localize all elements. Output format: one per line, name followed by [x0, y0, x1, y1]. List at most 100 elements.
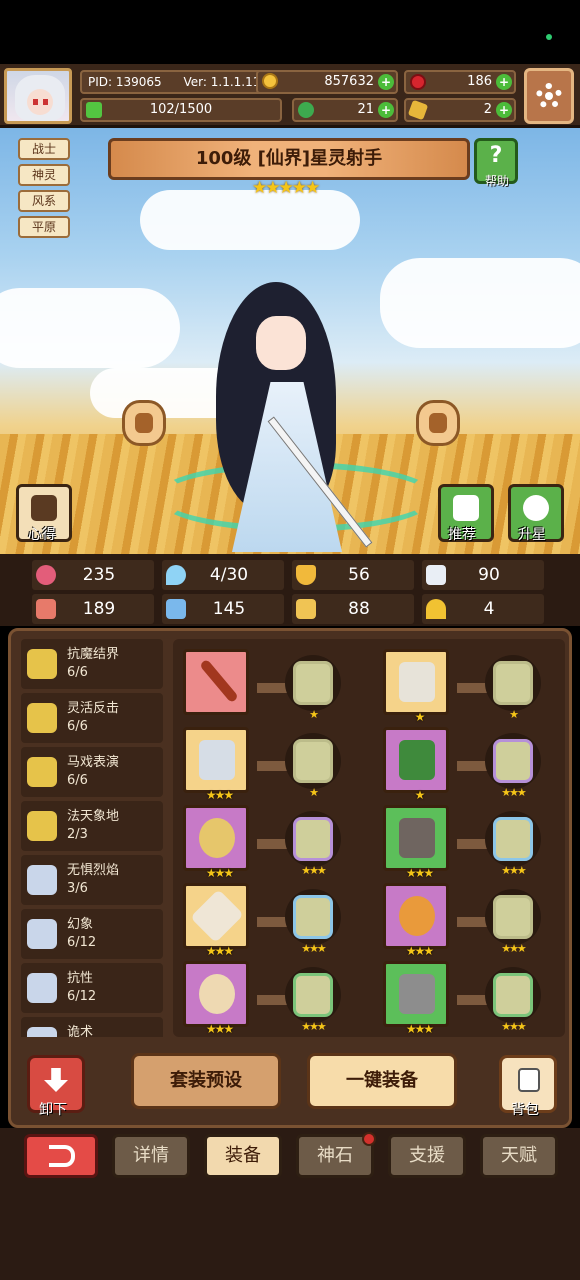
heart-icon	[36, 565, 56, 585]
set-emblem-icon	[27, 811, 57, 841]
add-clover-icon[interactable]: +	[378, 102, 394, 118]
camera-indicator-icon	[546, 34, 552, 40]
cup-icon	[31, 495, 57, 521]
set-emblem-icon	[27, 649, 57, 679]
gem-stone-icon	[293, 895, 333, 939]
gem-socket[interactable]: ★★★	[485, 811, 541, 877]
clover-icon	[298, 102, 314, 118]
gem-stone-icon	[293, 661, 333, 705]
equip-slot-boots[interactable]: ★★★	[383, 961, 449, 1036]
stat-hp: 235	[32, 560, 154, 590]
scroll-counter: 2 +	[404, 98, 516, 122]
book-icon	[166, 599, 186, 619]
scroll-value: 2	[483, 102, 492, 117]
settings-button[interactable]	[524, 68, 574, 124]
add-scroll-icon[interactable]: +	[496, 102, 512, 118]
tab-details[interactable]: 详情	[112, 1134, 190, 1178]
energy-icon	[86, 102, 102, 118]
gem-stone-icon	[293, 817, 333, 861]
back-button[interactable]	[24, 1134, 98, 1178]
recommend-label: 推荐	[448, 527, 476, 543]
hero-sprite[interactable]	[156, 272, 436, 552]
equip-slot-bracer[interactable]: ★★★	[383, 805, 449, 880]
insight-label: 心得	[28, 527, 56, 543]
tag-class[interactable]: 战士	[18, 138, 70, 160]
gem-stone-icon	[493, 661, 533, 705]
clover-counter: 21 +	[292, 98, 398, 122]
gold-coin-icon	[262, 73, 278, 89]
tag-terrain[interactable]: 平原	[18, 216, 70, 238]
equip-slot-amulet[interactable]: ★★★	[183, 883, 249, 958]
equip-slot-necklace[interactable]: ★★★	[183, 805, 249, 880]
tag-element[interactable]: 风系	[18, 190, 70, 212]
boots-icon	[399, 974, 435, 1014]
set-item[interactable]: 诡术	[21, 1017, 163, 1037]
equip-slot-weapon[interactable]	[183, 649, 249, 715]
player-id: PID: 139065	[88, 75, 162, 89]
thumbs-up-icon	[453, 495, 479, 521]
stat-magic: 145	[162, 594, 284, 624]
gem-counter: 186 +	[404, 70, 516, 94]
add-gem-icon[interactable]: +	[496, 74, 512, 90]
gem-socket[interactable]: ★	[285, 733, 341, 799]
player-avatar[interactable]	[4, 68, 72, 124]
set-item[interactable]: 灵活反击 6/6	[21, 693, 163, 743]
star-icon	[523, 495, 549, 521]
set-emblem-icon	[27, 703, 57, 733]
set-item[interactable]: 抗性 6/12	[21, 963, 163, 1013]
auto-equip-button[interactable]: 一键装备	[307, 1053, 457, 1109]
set-item[interactable]: 马戏表演 6/6	[21, 747, 163, 797]
equip-slot-offhand[interactable]: ★★★	[183, 727, 249, 802]
rotate-right-icon[interactable]	[416, 400, 460, 446]
rotate-left-icon[interactable]	[122, 400, 166, 446]
down-arrow-icon	[44, 1068, 68, 1092]
star-up-label: 升星	[518, 527, 546, 543]
scroll-icon	[407, 99, 429, 121]
question-icon: ?	[489, 143, 503, 168]
resource-bar: PID: 139065 Ver: 1.1.1.11 857632 + 186 +…	[0, 64, 580, 128]
gem-socket[interactable]: ★	[485, 655, 541, 721]
equipment-grid: ★ ★ ★ ★★★ ★ ★ ★★★ ★★★ ★★★ ★★★ ★★★ ★★★ ★★…	[173, 639, 565, 1037]
set-emblem-icon	[27, 973, 57, 1003]
gem-socket[interactable]: ★★★	[485, 733, 541, 799]
clover-value: 21	[357, 102, 374, 117]
gem-value: 186	[467, 74, 492, 89]
hero-stats: 235 4/30 56 90 189 145 88 4	[0, 554, 580, 626]
stat-mana: 4/30	[162, 560, 284, 590]
set-item[interactable]: 法天象地 2/3	[21, 801, 163, 851]
gem-socket[interactable]: ★★★	[285, 889, 341, 955]
gem-stone-icon	[293, 739, 333, 783]
equip-slot-helmet[interactable]: ★	[383, 649, 449, 724]
return-arrow-icon	[49, 1145, 75, 1167]
bottom-nav: 详情 装备 神石 支援 天赋	[0, 1128, 580, 1280]
gem-socket[interactable]: ★★★	[285, 811, 341, 877]
tab-support[interactable]: 支援	[388, 1134, 466, 1178]
equip-slot-ring-2[interactable]: ★★★	[183, 961, 249, 1036]
tag-race[interactable]: 神灵	[18, 164, 70, 186]
backpack-icon	[518, 1068, 540, 1092]
mana-drop-icon	[166, 565, 186, 585]
gem-socket[interactable]: ★★★	[485, 889, 541, 955]
hero-scene: 战士 神灵 风系 平原 100级 [仙界]星灵射手 ★★★★★ ? 帮助 心得 …	[0, 128, 580, 554]
tab-talent[interactable]: 天赋	[480, 1134, 558, 1178]
gem-socket[interactable]: ★★★	[285, 967, 341, 1033]
shield-icon	[296, 565, 316, 585]
set-bonus-list[interactable]: 抗魔结界 6/6 灵活反击 6/6 马戏表演 6/6 法天象地 2/3 无惧烈焰…	[21, 639, 163, 1037]
hero-title: 100级 [仙界]星灵射手	[108, 138, 470, 180]
set-item[interactable]: 幻象 6/12	[21, 909, 163, 959]
gem-socket[interactable]: ★★★	[485, 967, 541, 1033]
stat-resist: 88	[292, 594, 414, 624]
necklace-icon	[199, 818, 235, 858]
gem-socket[interactable]: ★	[285, 655, 341, 721]
armor-icon	[399, 740, 435, 780]
bracer-icon	[399, 818, 435, 858]
stat-luck: 4	[422, 594, 544, 624]
set-preset-button[interactable]: 套装预设	[131, 1053, 281, 1109]
game-version: Ver: 1.1.1.11	[183, 75, 261, 89]
tab-equip[interactable]: 装备	[204, 1134, 282, 1178]
set-item[interactable]: 无惧烈焰 3/6	[21, 855, 163, 905]
equip-slot-armor[interactable]: ★	[383, 727, 449, 802]
add-gold-icon[interactable]: +	[378, 74, 394, 90]
set-item[interactable]: 抗魔结界 6/6	[21, 639, 163, 689]
equip-slot-ring[interactable]: ★★★	[383, 883, 449, 958]
